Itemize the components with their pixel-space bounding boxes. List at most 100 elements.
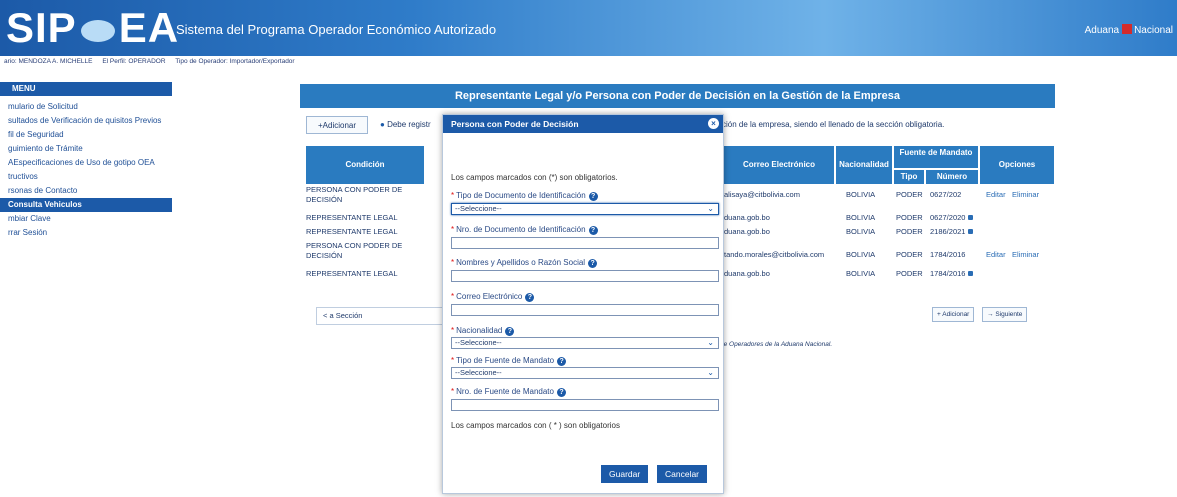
add-button-bottom[interactable]: + Adicionar: [932, 307, 975, 322]
table-row-1-tipo: PODER: [896, 190, 923, 199]
lock-icon: [968, 215, 974, 220]
cancel-button[interactable]: Cancelar: [657, 465, 708, 483]
operator-type: Tipo de Operador: Importador/Exportador: [175, 58, 295, 65]
table-row-5-correo: duana.gob.bo: [724, 269, 770, 278]
col-header-fuente: Fuente de Mandato: [894, 146, 978, 168]
sidebar-head: MENU: [0, 82, 172, 96]
sipoea-logo: SIP EA: [6, 4, 180, 51]
sidebar-item-cerrar-sesion[interactable]: rrar Sesión: [0, 226, 172, 240]
table-row-2-numero: 0627/2020: [930, 213, 974, 222]
table-row-1-delete-link[interactable]: Eliminar: [1012, 190, 1039, 199]
sidebar-item-especificaciones[interactable]: AEspecificaciones de Uso de gotipo OEA: [0, 156, 172, 170]
table-row-5-tipo: PODER: [896, 269, 923, 278]
sidebar-item-formulario[interactable]: mulario de Solicitud: [0, 100, 172, 114]
table-row-1-condicion: PERSONA CON PODER DE DECISIÓN: [306, 185, 403, 204]
nacionalidad-label: * Nacionalidad?: [451, 326, 515, 336]
user-profile: El Perfil: OPERADOR: [102, 58, 166, 65]
table-row-1-edit-link[interactable]: Editar: [986, 190, 1006, 199]
sidebar-item-instructivos[interactable]: tructivos: [0, 170, 172, 184]
tipo-doc-label: * Tipo de Documento de Identificación?: [451, 191, 598, 201]
aduana-flag-icon: [1122, 24, 1133, 34]
previous-arrow-icon: <: [323, 311, 328, 320]
app-header: SIP EA Sistema del Programa Operador Econ…: [0, 0, 1177, 56]
table-row-4-condicion: PERSONA CON PODER DE DECISIÓN: [306, 241, 403, 260]
modal-title: Persona con Poder de Decisión: [451, 119, 579, 129]
nro-fuente-label: * Nro. de Fuente de Mandato?: [451, 387, 566, 397]
persona-modal: Persona con Poder de Decisión × Los camp…: [442, 114, 724, 494]
col-header-numero: Número: [926, 170, 978, 184]
table-row-4-correo: tando.morales@citbolivia.com: [724, 250, 825, 259]
help-icon[interactable]: ?: [588, 192, 598, 201]
table-row-3-correo: duana.gob.bo: [724, 227, 770, 236]
panel-title: Representante Legal y/o Persona con Pode…: [300, 84, 1055, 108]
sidebar-item-perfil[interactable]: fil de Seguridad: [0, 128, 172, 142]
table-row-2-correo: duana.gob.bo: [724, 213, 770, 222]
table-row-4-numero: 1784/2016: [930, 250, 966, 259]
logo-globe-icon: [80, 19, 115, 42]
close-icon[interactable]: ×: [708, 118, 719, 129]
info-message-suffix: ción de la empresa, siendo el llenado de…: [722, 120, 945, 129]
modal-header: Persona con Poder de Decisión ×: [443, 115, 723, 133]
sidebar-item-clave[interactable]: mbiar Clave: [0, 212, 172, 226]
chevron-down-icon: ⌄: [707, 204, 714, 213]
help-icon[interactable]: ?: [505, 327, 515, 336]
chevron-down-icon: ⌄: [707, 338, 714, 347]
sidebar-item-seguimiento[interactable]: guimiento de Trámite: [0, 142, 172, 156]
section-button[interactable]: < a Sección: [316, 307, 446, 325]
required-note-top: Los campos marcados con (*) son obligato…: [451, 173, 618, 182]
next-button[interactable]: → Siguiente: [982, 307, 1028, 322]
table-row-5-condicion: REPRESENTANTE LEGAL: [306, 269, 398, 278]
col-header-correo: Correo Electrónico: [724, 146, 834, 184]
nro-fuente-input[interactable]: [451, 399, 719, 411]
tipo-fuente-label: * Tipo de Fuente de Mandato?: [451, 356, 567, 366]
footnote: de Operadores de la Aduana Nacional.: [720, 341, 833, 348]
table-row-1-nac: BOLIVIA: [846, 190, 876, 199]
nro-doc-input[interactable]: [451, 237, 719, 249]
col-header-nacionalidad: Nacionalidad: [836, 146, 892, 184]
col-header-condicion: Condición: [306, 146, 424, 184]
table-row-4-tipo: PODER: [896, 250, 923, 259]
table-row-1-numero: 0627/202: [930, 190, 962, 199]
help-icon[interactable]: ?: [525, 293, 535, 302]
app-title: Sistema del Programa Operador Económico …: [176, 22, 497, 37]
nombres-input[interactable]: [451, 270, 719, 282]
table-row-2-nac: BOLIVIA: [846, 213, 876, 222]
table-row-2-condicion: REPRESENTANTE LEGAL: [306, 213, 398, 222]
sidebar-item-contacto[interactable]: rsonas de Contacto: [0, 184, 172, 198]
tipo-doc-select[interactable]: --Seleccione-- ⌄: [451, 203, 719, 215]
lock-icon: [968, 229, 974, 234]
table-row-3-condicion: REPRESENTANTE LEGAL: [306, 227, 398, 236]
table-row-3-nac: BOLIVIA: [846, 227, 876, 236]
info-icon: ●: [380, 120, 385, 129]
nombres-label: * Nombres y Apellidos o Razón Social?: [451, 258, 598, 268]
help-icon[interactable]: ?: [556, 388, 566, 397]
col-header-tipo: Tipo: [894, 170, 924, 184]
sidebar-item-vehiculos[interactable]: Consulta Vehiculos: [0, 198, 172, 212]
table-row-3-tipo: PODER: [896, 227, 923, 236]
help-icon[interactable]: ?: [557, 357, 567, 366]
tipo-fuente-select[interactable]: --Seleccione-- ⌄: [451, 367, 719, 379]
chevron-down-icon: ⌄: [707, 368, 714, 377]
table-row-4-nac: BOLIVIA: [846, 250, 876, 259]
table-row-1-correo: alisaya@citbolivia.com: [724, 190, 800, 199]
lock-icon: [968, 271, 974, 276]
user-name: ario: MENDOZA A. MICHELLE: [4, 58, 93, 65]
add-button[interactable]: +Adicionar: [306, 116, 368, 134]
sidebar-item-resultados[interactable]: sultados de Verificación de quisitos Pre…: [0, 114, 172, 128]
table-row-3-numero: 2186/2021: [930, 227, 974, 236]
info-message: ● Debe registr: [380, 120, 431, 129]
help-icon[interactable]: ?: [588, 259, 598, 268]
save-button[interactable]: Guardar: [601, 465, 649, 483]
nacionalidad-select[interactable]: --Seleccione-- ⌄: [451, 337, 719, 349]
table-row-5-numero: 1784/2016: [930, 269, 974, 278]
col-header-opciones: Opciones: [980, 146, 1054, 184]
user-info-bar: ario: MENDOZA A. MICHELLE El Perfil: OPE…: [0, 58, 303, 70]
correo-input[interactable]: [451, 304, 719, 316]
help-icon[interactable]: ?: [588, 226, 598, 235]
sidebar-menu: MENU mulario de Solicitud sultados de Ve…: [0, 82, 172, 240]
table-row-4-edit-link[interactable]: Editar: [986, 250, 1006, 259]
table-row-4-delete-link[interactable]: Eliminar: [1012, 250, 1039, 259]
table-row-2-tipo: PODER: [896, 213, 923, 222]
required-note-bottom: Los campos marcados con ( * ) son obliga…: [451, 421, 620, 430]
correo-label: * Correo Electrónico?: [451, 292, 535, 302]
